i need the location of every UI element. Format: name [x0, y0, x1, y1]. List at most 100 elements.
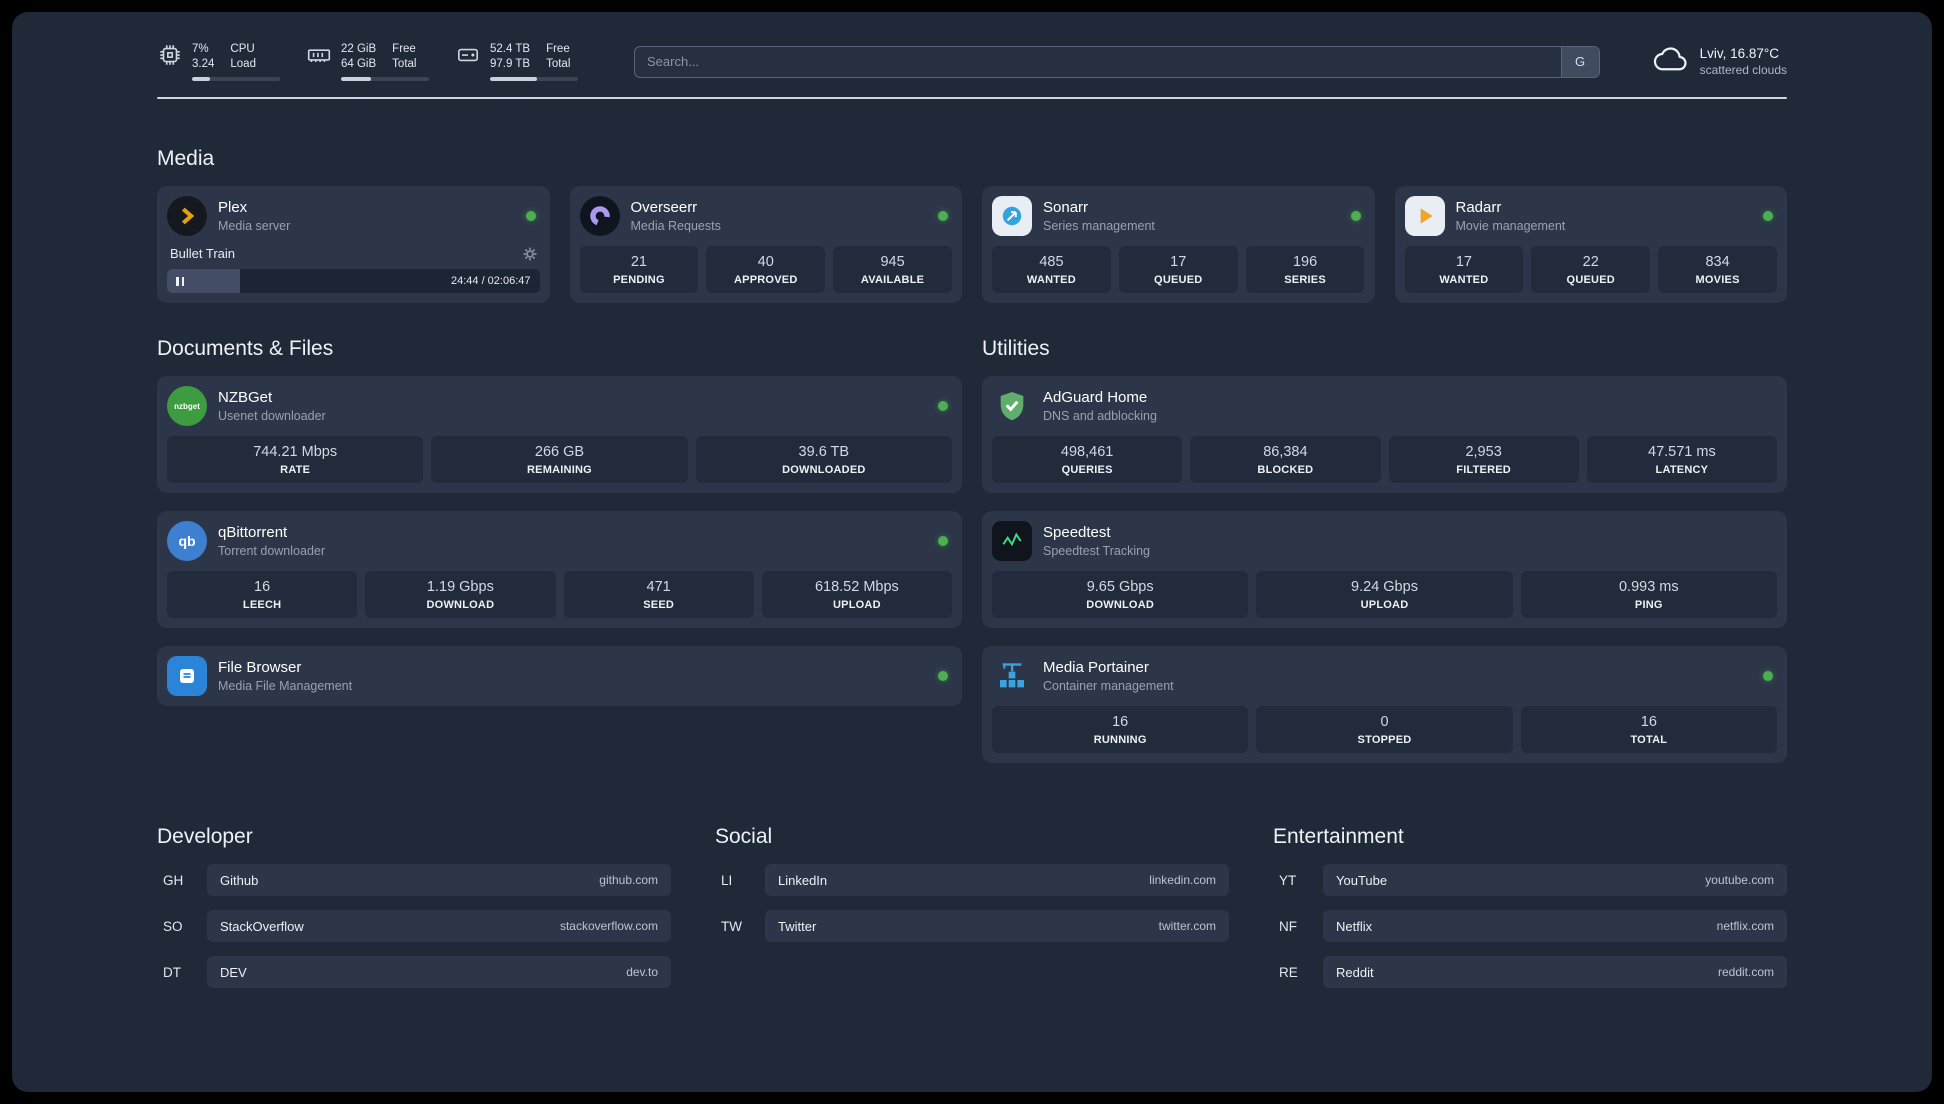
service-desc: Usenet downloader [218, 409, 326, 423]
bookmark-url: youtube.com [1705, 873, 1774, 887]
adguard-shield-icon [992, 386, 1032, 426]
status-dot [1763, 211, 1773, 221]
stat-box: 485 WANTED [992, 246, 1111, 293]
service-name: Radarr [1455, 199, 1502, 216]
bookmark-abbr: LI [721, 872, 733, 888]
qbittorrent-icon: qb [167, 521, 207, 561]
stat-box: 16 LEECH [167, 571, 358, 618]
stat-box: 17 WANTED [1404, 246, 1524, 293]
service-name: File Browser [218, 659, 302, 676]
search-input[interactable] [634, 45, 1600, 78]
service-name: Speedtest [1043, 524, 1111, 541]
search-provider-button[interactable]: G [1560, 46, 1599, 77]
bookmark-name: StackOverflow [220, 918, 304, 934]
bookmark-github[interactable]: GH Github github.com [157, 864, 671, 896]
search-bar: G [634, 45, 1600, 78]
plex-player-bar[interactable]: 24:44 / 02:06:47 [167, 269, 540, 293]
cpu-icon [157, 42, 183, 68]
bookmark-dev[interactable]: DT DEV dev.to [157, 956, 671, 988]
topbar-divider [157, 97, 1787, 99]
weather-widget: Lviv, 16.87°C scattered clouds [1652, 44, 1787, 79]
memory-total-value: 64 GiB [341, 58, 377, 70]
section-title-entertainment: Entertainment [1273, 825, 1404, 848]
section-title-utilities: Utilities [982, 337, 1050, 360]
bookmark-netflix[interactable]: NF Netflix netflix.com [1273, 910, 1787, 942]
memory-progress-bar [341, 77, 429, 81]
service-card-speedtest[interactable]: Speedtest Speedtest Tracking 9.65 Gbps D… [982, 511, 1787, 628]
status-dot [938, 401, 948, 411]
bookmark-linkedin[interactable]: LI LinkedIn linkedin.com [715, 864, 1229, 896]
service-card-plex[interactable]: Plex Media server Bullet Train 24:44 / 0… [157, 186, 550, 303]
service-card-portainer[interactable]: Media Portainer Container management 16 … [982, 646, 1787, 763]
service-name: Sonarr [1043, 199, 1089, 216]
cpu-label: CPU [230, 43, 255, 55]
disk-metric: 52.4 TB 97.9 TB Free Total [455, 42, 578, 81]
cpu-load-value: 3.24 [192, 58, 215, 70]
dashboard-panel: 7% 3.24 CPU Load 22 GiB 64 GiB Free Tota… [12, 12, 1932, 1092]
bookmark-youtube[interactable]: YT YouTube youtube.com [1273, 864, 1787, 896]
pause-icon[interactable] [176, 276, 184, 286]
topbar: 7% 3.24 CPU Load 22 GiB 64 GiB Free Tota… [157, 42, 1787, 81]
disk-total-value: 97.9 TB [490, 58, 531, 70]
status-dot [938, 671, 948, 681]
section-utilities: Utilities AdGuard Home DNS and adblockin… [982, 337, 1787, 763]
bookmark-url: github.com [599, 873, 658, 887]
status-dot [525, 211, 536, 221]
bookmark-name: Netflix [1336, 918, 1373, 934]
stat-box: 1.19 Gbps DOWNLOAD [365, 571, 556, 618]
bookmark-url: linkedin.com [1149, 873, 1216, 887]
service-card-filebrowser[interactable]: File Browser Media File Management [157, 646, 962, 706]
bookmark-name: Reddit [1336, 964, 1374, 980]
bookmark-url: netflix.com [1716, 919, 1774, 933]
stat-box: 40 APPROVED [706, 246, 826, 293]
speedtest-icon [992, 521, 1032, 561]
sonarr-icon [992, 196, 1032, 236]
stat-box: 834 MOVIES [1658, 246, 1777, 293]
stat-box: 47.571 ms LATENCY [1586, 436, 1777, 483]
cpu-usage-value: 7% [192, 43, 209, 55]
bookmark-abbr: RE [1279, 964, 1298, 980]
section-social: Social LI LinkedIn linkedin.com TW Twitt… [715, 825, 1229, 988]
service-card-adguard[interactable]: AdGuard Home DNS and adblocking 498,461 … [982, 376, 1787, 493]
section-media: Media Plex Media server Bullet Train 24:… [157, 147, 1787, 303]
service-desc: Media File Management [218, 679, 353, 693]
service-desc: Series management [1043, 219, 1155, 233]
gear-icon[interactable] [523, 247, 537, 261]
service-desc: Speedtest Tracking [1043, 544, 1151, 558]
qbittorrent-icon-text: qb [178, 533, 196, 549]
bookmark-abbr: SO [163, 918, 183, 934]
service-card-overseerr[interactable]: Overseerr Media Requests 21 PENDING 40 A… [569, 186, 962, 303]
now-playing-title: Bullet Train [170, 246, 236, 261]
filebrowser-icon [167, 656, 207, 696]
cpu-progress-bar [192, 77, 280, 81]
service-card-sonarr[interactable]: Sonarr Series management 485 WANTED 17 Q… [982, 186, 1375, 303]
bookmark-abbr: TW [721, 918, 742, 934]
section-title-developer: Developer [157, 825, 253, 848]
status-dot [938, 536, 948, 546]
service-card-radarr[interactable]: Radarr Movie management 17 WANTED 22 QUE… [1394, 186, 1787, 303]
bookmark-url: reddit.com [1717, 965, 1774, 979]
bookmark-reddit[interactable]: RE Reddit reddit.com [1273, 956, 1787, 988]
stat-box: 196 SERIES [1245, 246, 1365, 293]
nzbget-icon: nzbget [167, 386, 207, 426]
stat-box: 17 QUEUED [1118, 246, 1238, 293]
bookmark-name: Github [220, 872, 259, 888]
service-name: AdGuard Home [1043, 389, 1148, 406]
section-title-social: Social [715, 825, 773, 848]
disk-free-label: Free [546, 43, 570, 55]
stat-box: 21 PENDING [579, 246, 699, 293]
cpu-metric: 7% 3.24 CPU Load [157, 42, 280, 81]
bookmark-name: YouTube [1336, 872, 1388, 888]
service-card-qbittorrent[interactable]: qb qBittorrent Torrent downloader 16 LEE… [157, 511, 962, 628]
service-card-nzbget[interactable]: nzbget NZBGet Usenet downloader 744.21 M… [157, 376, 962, 493]
stat-box: 498,461 QUERIES [992, 436, 1183, 483]
bookmark-stackoverflow[interactable]: SO StackOverflow stackoverflow.com [157, 910, 671, 942]
memory-free-value: 22 GiB [341, 43, 377, 55]
status-dot [938, 211, 948, 221]
service-desc: Media Requests [630, 219, 721, 233]
bookmark-twitter[interactable]: TW Twitter twitter.com [715, 910, 1229, 942]
stat-box: 0 STOPPED [1256, 706, 1513, 753]
bookmark-url: stackoverflow.com [559, 919, 658, 933]
bookmark-abbr: NF [1279, 918, 1297, 934]
section-documents: Documents & Files nzbget NZBGet Usenet d… [157, 337, 962, 763]
